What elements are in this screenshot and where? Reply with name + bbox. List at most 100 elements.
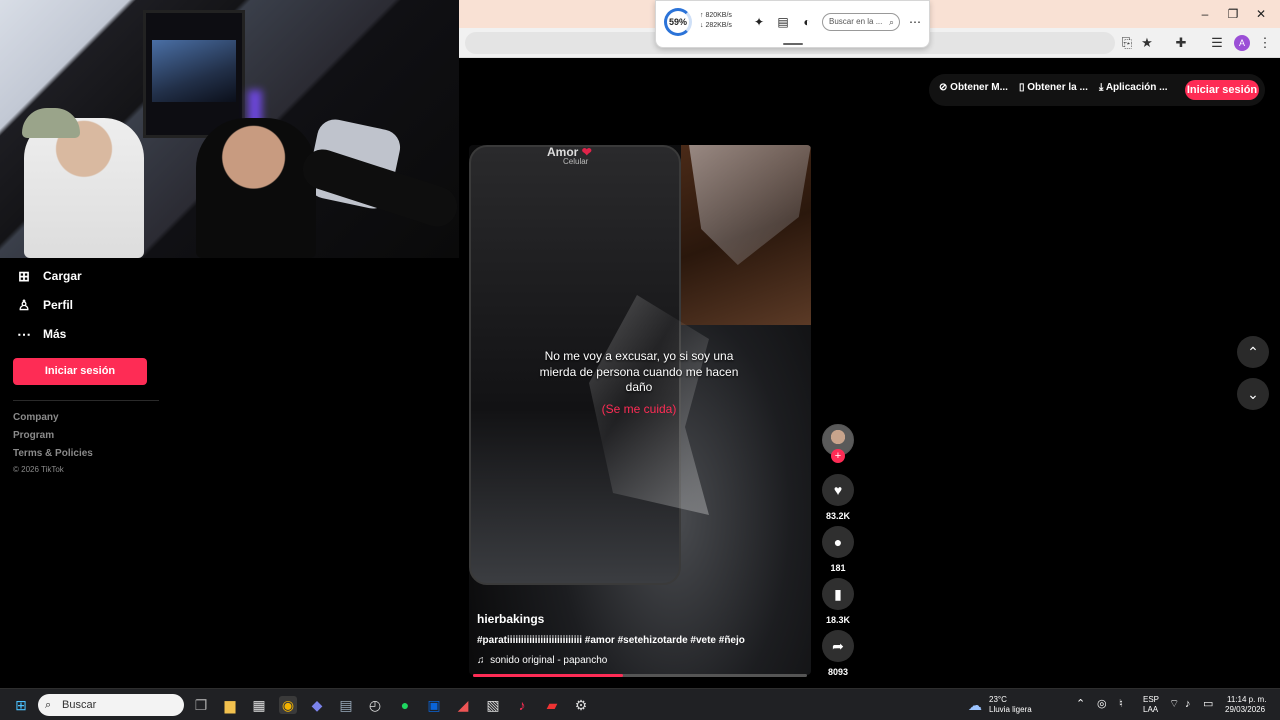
chevron-up-icon: ⌃ <box>1247 344 1259 360</box>
tv-screen <box>152 40 236 102</box>
next-video-button[interactable]: ⌄ <box>1237 378 1269 410</box>
spotify-icon[interactable]: ● <box>396 696 414 714</box>
video-progress-fill <box>473 674 624 677</box>
person-right <box>196 118 316 258</box>
heart-icon: ♥ <box>833 482 843 498</box>
footer-link-program[interactable]: Program <box>13 430 54 441</box>
clock-time[interactable]: 11:14 p. m. <box>1227 695 1266 705</box>
install-app-icon[interactable]: ⎘ <box>1118 34 1136 52</box>
clock-icon[interactable]: ◴ <box>366 696 384 714</box>
like-count: 83.2K <box>825 511 851 521</box>
video-username[interactable]: hierbakings <box>477 612 544 626</box>
store-icon[interactable]: ▦ <box>250 696 268 714</box>
game-icon[interactable]: ✦ <box>752 15 766 29</box>
weather-desc: Lluvia ligera <box>989 705 1032 714</box>
video-caption-red: (Se me cuida) <box>601 402 677 416</box>
cap <box>22 108 80 138</box>
sidebar-item-label: Más <box>43 327 67 341</box>
upload-icon: ⊞ <box>18 268 30 284</box>
chevron-down-icon: ⌄ <box>1247 386 1259 402</box>
sidebar-item-label: Cargar <box>43 269 82 283</box>
share-icon: ➦ <box>832 638 844 654</box>
vpn-icon[interactable]: ◎ <box>1097 699 1107 710</box>
share-count: 8093 <box>827 667 849 677</box>
sidebar-item-label: Perfil <box>43 298 74 312</box>
microphone-icon[interactable]: ♮ <box>1119 699 1123 710</box>
upload-value: 820KB/s <box>705 12 732 19</box>
video-player[interactable]: Amor ❤ Celular No me voy a excusar, yo s… <box>469 145 811 675</box>
menu-kebab-icon[interactable]: ⋮ <box>1256 34 1274 52</box>
tiktok-app-icon[interactable]: ♪ <box>513 696 531 714</box>
performance-popup: 59% ↑ 820KB/s ↓ 282KB/s ✦ ▤ ◐ Buscar en … <box>655 0 930 48</box>
profile-avatar-icon[interactable]: A <box>1234 35 1250 51</box>
download-speed: ↓ 282KB/s <box>700 22 732 29</box>
notes-icon[interactable]: ▤ <box>776 15 790 29</box>
like-button[interactable]: ♥ <box>822 474 854 506</box>
video-music[interactable]: ♫ sonido original - papancho <box>477 655 607 666</box>
btn2-label: Obtener la ... <box>1027 82 1088 93</box>
minimize-icon[interactable]: – <box>1197 6 1213 22</box>
app-icon[interactable]: ◢ <box>454 696 472 714</box>
weather-temp: 23°C <box>989 695 1007 704</box>
reading-list-icon[interactable]: ☰ <box>1208 34 1226 52</box>
download-value: 282KB/s <box>705 22 732 29</box>
chrome-icon[interactable]: ◉ <box>279 696 297 714</box>
upload-speed: ↑ 820KB/s <box>700 12 732 19</box>
share-button[interactable]: ➦ <box>822 630 854 662</box>
music-note-icon: ♫ <box>477 655 485 666</box>
more-icon[interactable]: ⋯ <box>908 15 922 29</box>
language-sub: LAA <box>1143 705 1159 714</box>
taskbar-search-placeholder: Buscar <box>62 699 97 711</box>
header-login-button[interactable]: Iniciar sesión <box>1185 80 1259 100</box>
tiktok-header-actions: ⊘ Obtener M... ▯ Obtener la ... ⤓ Aplica… <box>929 74 1265 106</box>
outlook-icon[interactable]: ▣ <box>425 696 443 714</box>
chevron-up-icon[interactable]: ⌃ <box>1076 699 1085 710</box>
task-view-icon[interactable]: ❐ <box>192 696 210 714</box>
volume-icon[interactable]: ♪ <box>1185 699 1191 710</box>
save-button[interactable]: ▮ <box>822 578 854 610</box>
contact-sub: Celular <box>563 157 589 166</box>
popup-search-input[interactable]: Buscar en la ... ⌕ <box>822 13 900 31</box>
windows-start-icon[interactable]: ⊞ <box>12 696 30 714</box>
calculator-icon[interactable]: ▤ <box>337 696 355 714</box>
follow-plus-icon[interactable]: + <box>831 449 845 463</box>
weather-icon[interactable]: ☁ <box>966 696 984 714</box>
popup-search-placeholder: Buscar en la ... <box>829 17 883 26</box>
wifi-icon[interactable]: ⌔ <box>1169 699 1179 710</box>
get-coins-button[interactable]: ⊘ Obtener M... <box>939 82 1008 93</box>
edge-icon[interactable]: ◐ <box>800 15 814 29</box>
video-hashtags[interactable]: #paratiiiiiiiiiiiiiiiiiiiiiiiiiii #amor … <box>477 635 745 646</box>
save-count: 18.3K <box>825 615 851 625</box>
battery-icon[interactable]: ▭ <box>1203 699 1213 710</box>
sidebar-divider <box>13 400 159 401</box>
notes-app-icon[interactable]: ▧ <box>484 696 502 714</box>
comment-button[interactable]: ● <box>822 526 854 558</box>
footer-link-company[interactable]: Company <box>13 412 59 423</box>
search-icon: ⌕ <box>888 17 894 27</box>
close-icon[interactable]: ✕ <box>1253 6 1269 22</box>
copyright: © 2026 TikTok <box>13 465 64 474</box>
more-icon: ⋯ <box>17 326 31 342</box>
file-explorer-icon[interactable]: ▆ <box>221 696 239 714</box>
drag-handle[interactable] <box>783 43 803 45</box>
sidebar-login-button[interactable]: Iniciar sesión <box>13 358 147 385</box>
get-app-button[interactable]: ▯ Obtener la ... <box>1019 82 1088 93</box>
desktop-app-button[interactable]: ⤓ Aplicación ... <box>1099 82 1168 93</box>
taskbar-search-input[interactable]: ⌕ Buscar <box>38 694 184 716</box>
webcam-overlay <box>0 0 459 258</box>
previous-video-button[interactable]: ⌃ <box>1237 336 1269 368</box>
comment-count: 181 <box>830 563 846 573</box>
bookmark-star-icon[interactable]: ★ <box>1138 34 1156 52</box>
teams-icon[interactable]: ◆ <box>308 696 326 714</box>
language-code[interactable]: ESP <box>1143 695 1159 705</box>
btn3-label: Aplicación ... <box>1105 82 1168 93</box>
video-caption: No me voy a excusar, yo si soy una mierd… <box>539 349 739 394</box>
restore-icon[interactable]: ❐ <box>1225 6 1241 22</box>
footer-link-terms[interactable]: Terms & Policies <box>13 448 93 459</box>
extensions-icon[interactable]: ✚ <box>1172 34 1190 52</box>
settings-icon[interactable]: ⚙ <box>572 696 590 714</box>
bookmark-icon: ▮ <box>834 586 842 602</box>
comment-icon: ● <box>833 534 843 550</box>
clock-date[interactable]: 29/03/2026 <box>1225 705 1265 715</box>
pdf-icon[interactable]: ▰ <box>543 696 561 714</box>
